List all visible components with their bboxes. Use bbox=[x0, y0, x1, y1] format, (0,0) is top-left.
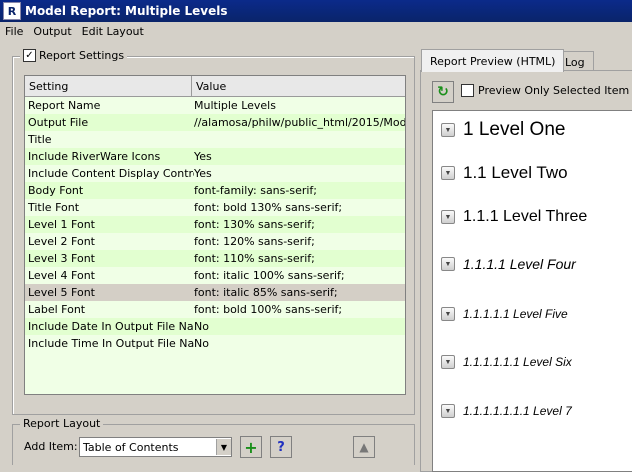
collapse-toggle-icon[interactable]: ▼ bbox=[441, 257, 455, 271]
preview-level-4: ▼ 1.1.1.1 Level Four bbox=[441, 256, 576, 272]
setting-name-cell: Report Name bbox=[28, 99, 101, 112]
column-header-value[interactable]: Value bbox=[192, 76, 405, 96]
preview-level-1: ▼ 1 Level One bbox=[441, 119, 565, 141]
preview-level-6: ▼ 1.1.1.1.1.1 Level Six bbox=[441, 355, 572, 369]
preview-level-5: ▼ 1.1.1.1.1 Level Five bbox=[441, 307, 568, 321]
setting-value-cell[interactable]: font: 130% sans-serif; bbox=[194, 218, 405, 231]
chevron-down-icon[interactable]: ▼ bbox=[216, 439, 231, 455]
question-icon[interactable]: ? bbox=[270, 436, 292, 458]
setting-name-cell: Include Content Display Controls bbox=[28, 167, 194, 180]
setting-name-cell: Include Time In Output File Name bbox=[28, 337, 194, 350]
tab-log-label: Log bbox=[565, 55, 585, 69]
preview-level-text: 1.1.1.1.1.1 Level Six bbox=[463, 355, 572, 369]
table-row[interactable]: Body Font font-family: sans-serif; bbox=[25, 182, 405, 199]
table-row[interactable]: Level 1 Font font: 130% sans-serif; bbox=[25, 216, 405, 233]
report-settings-label: Report Settings bbox=[39, 49, 125, 62]
table-row[interactable]: Level 2 Font font: 120% sans-serif; bbox=[25, 233, 405, 250]
setting-name-cell: Title Font bbox=[28, 201, 80, 214]
setting-name-cell: Level 2 Font bbox=[28, 235, 95, 248]
preview-level-text: 1 Level One bbox=[463, 119, 566, 140]
preview-level-3: ▼ 1.1.1 Level Three bbox=[441, 208, 587, 226]
setting-value-cell[interactable]: font: italic 85% sans-serif; bbox=[194, 286, 405, 299]
setting-name-cell: Level 3 Font bbox=[28, 252, 95, 265]
table-row[interactable]: Include RiverWare Icons Yes bbox=[25, 148, 405, 165]
preview-only-label: Preview Only Selected Item bbox=[478, 84, 630, 97]
setting-name-cell: Title bbox=[28, 133, 52, 146]
report-settings-checkbox[interactable]: ✓ bbox=[23, 49, 36, 62]
settings-rows: Report Name Multiple Levels Output File //a… bbox=[25, 97, 405, 352]
title-bar: R Model Report: Multiple Levels bbox=[0, 0, 632, 22]
collapse-toggle-icon[interactable]: ▼ bbox=[441, 210, 455, 224]
table-row[interactable]: Output File //alamosa/philw/public_html/2… bbox=[25, 114, 405, 131]
preview-level-text: 1.1 Level Two bbox=[463, 163, 568, 182]
window-title: Model Report: Multiple Levels bbox=[25, 4, 228, 18]
menu-output[interactable]: Output bbox=[28, 25, 76, 38]
setting-value-cell[interactable]: font: 120% sans-serif; bbox=[194, 235, 405, 248]
setting-name-cell: Include Date In Output File Name bbox=[28, 320, 194, 333]
table-row[interactable]: Level 4 Font font: italic 100% sans-serif… bbox=[25, 267, 405, 284]
collapse-toggle-icon[interactable]: ▼ bbox=[441, 307, 455, 321]
table-row[interactable]: Title Font font: bold 130% sans-serif; bbox=[25, 199, 405, 216]
refresh-icon[interactable]: ↻ bbox=[432, 81, 454, 103]
riverware-app-icon[interactable]: R bbox=[3, 2, 21, 20]
setting-value-cell[interactable]: font: bold 100% sans-serif; bbox=[194, 303, 405, 316]
setting-name-cell: Include RiverWare Icons bbox=[28, 150, 161, 163]
setting-value-cell[interactable]: Yes bbox=[194, 167, 405, 180]
add-item-select[interactable]: Table of Contents ▼ bbox=[79, 437, 232, 457]
report-layout-label: Report Layout bbox=[20, 417, 104, 430]
table-row[interactable]: Label Font font: bold 100% sans-serif; bbox=[25, 301, 405, 318]
preview-level-text: 1.1.1 Level Three bbox=[463, 208, 588, 225]
table-row[interactable]: Include Content Display Controls Yes bbox=[25, 165, 405, 182]
setting-value-cell[interactable]: font: italic 100% sans-serif; bbox=[194, 269, 405, 282]
collapse-toggle-icon[interactable]: ▼ bbox=[441, 166, 455, 180]
preview-level-text: 1.1.1.1 Level Four bbox=[463, 256, 576, 272]
preview-level-text: 1.1.1.1.1.1.1 Level 7 bbox=[463, 404, 572, 418]
setting-name-cell: Level 5 Font bbox=[28, 286, 95, 299]
tab-report-preview-label: Report Preview (HTML) bbox=[430, 54, 556, 68]
table-row[interactable]: Level 3 Font font: 110% sans-serif; bbox=[25, 250, 405, 267]
setting-name-cell: Label Font bbox=[28, 303, 86, 316]
menu-bar: File Output Edit Layout bbox=[0, 22, 632, 41]
up-arrow-icon[interactable]: ▲ bbox=[353, 436, 375, 458]
preview-level-2: ▼ 1.1 Level Two bbox=[441, 163, 568, 183]
table-row[interactable]: Title bbox=[25, 131, 405, 148]
setting-name-cell: Body Font bbox=[28, 184, 84, 197]
setting-name-cell: Level 4 Font bbox=[28, 269, 95, 282]
collapse-toggle-icon[interactable]: ▼ bbox=[441, 404, 455, 418]
table-row[interactable]: Include Time In Output File Name No bbox=[25, 335, 405, 352]
table-row[interactable]: Level 5 Font font: italic 85% sans-serif; bbox=[25, 284, 405, 301]
collapse-toggle-icon[interactable]: ▼ bbox=[441, 123, 455, 137]
preview-only-selected[interactable]: Preview Only Selected Item bbox=[461, 84, 629, 97]
table-row[interactable]: Include Date In Output File Name No bbox=[25, 318, 405, 335]
menu-edit-layout[interactable]: Edit Layout bbox=[77, 25, 149, 38]
collapse-toggle-icon[interactable]: ▼ bbox=[441, 355, 455, 369]
setting-value-cell[interactable]: Yes bbox=[194, 150, 405, 163]
setting-value-cell[interactable]: Multiple Levels bbox=[194, 99, 405, 112]
add-item-value: Table of Contents bbox=[83, 440, 179, 454]
settings-table: Setting Value Report Name Multiple Levels… bbox=[24, 75, 406, 395]
settings-table-header: Setting Value bbox=[25, 76, 405, 97]
add-item-label: Add Item: bbox=[24, 440, 78, 453]
setting-value-cell[interactable]: //alamosa/philw/public_html/2015/Model..… bbox=[194, 116, 405, 129]
menu-file[interactable]: File bbox=[0, 25, 28, 38]
preview-level-text: 1.1.1.1.1 Level Five bbox=[463, 307, 568, 321]
setting-value-cell[interactable]: font: 110% sans-serif; bbox=[194, 252, 405, 265]
tab-report-preview[interactable]: Report Preview (HTML) bbox=[421, 49, 565, 72]
setting-value-cell[interactable]: No bbox=[194, 337, 405, 350]
column-header-setting[interactable]: Setting bbox=[25, 76, 192, 96]
setting-value-cell[interactable]: font: bold 130% sans-serif; bbox=[194, 201, 405, 214]
preview-only-checkbox[interactable] bbox=[461, 84, 474, 97]
report-settings-header: ✓ Report Settings bbox=[20, 49, 128, 62]
setting-name-cell: Level 1 Font bbox=[28, 218, 95, 231]
html-preview-area: ▼ 1 Level One ▼ 1.1 Level Two ▼ 1.1.1 Level T… bbox=[432, 110, 632, 472]
setting-value-cell[interactable]: No bbox=[194, 320, 405, 333]
setting-value-cell[interactable]: font-family: sans-serif; bbox=[194, 184, 405, 197]
table-row[interactable]: Report Name Multiple Levels bbox=[25, 97, 405, 114]
preview-level-7: ▼ 1.1.1.1.1.1.1 Level 7 bbox=[441, 404, 572, 418]
setting-name-cell: Output File bbox=[28, 116, 89, 129]
plus-icon[interactable]: + bbox=[240, 436, 262, 458]
